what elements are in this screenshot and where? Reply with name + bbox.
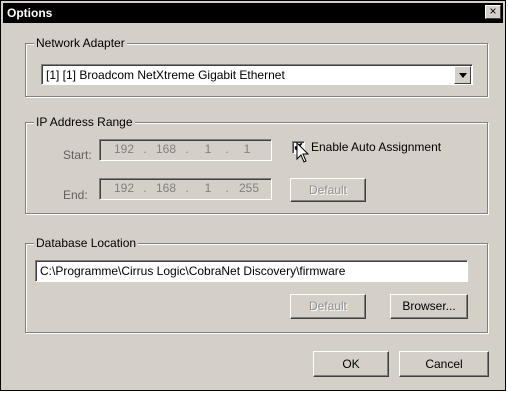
cancel-button[interactable]: Cancel	[399, 351, 489, 377]
network-adapter-legend: Network Adapter	[34, 36, 127, 50]
end-ip-field[interactable]: 192 . 168 . 1 . 255	[99, 178, 272, 200]
start-ip-octet: 168	[155, 142, 177, 156]
window-title: Options	[7, 6, 53, 20]
ip-dot: .	[185, 142, 189, 156]
end-ip-octet: 1	[204, 181, 212, 195]
ip-dot: .	[225, 142, 229, 156]
ok-button[interactable]: OK	[313, 351, 389, 377]
options-dialog: Options × Network Adapter [1] [1] Broadc…	[0, 0, 506, 391]
start-label: Start:	[63, 148, 92, 162]
start-ip-field[interactable]: 192 . 168 . 1 . 1	[99, 139, 272, 161]
database-default-button[interactable]: Default	[290, 294, 366, 319]
end-ip-octet: 255	[238, 181, 260, 195]
ip-dot: .	[143, 142, 147, 156]
end-ip-octet: 192	[113, 181, 135, 195]
start-ip-octet: 1	[243, 142, 251, 156]
ip-address-range-legend: IP Address Range	[34, 115, 135, 129]
ip-dot: .	[143, 181, 147, 195]
database-path-input[interactable]: C:\Programme\Cirrus Logic\CobraNet Disco…	[35, 260, 468, 282]
close-button[interactable]: ×	[485, 5, 501, 19]
auto-assignment-label[interactable]: Enable Auto Assignment	[311, 140, 441, 154]
start-ip-octet: 192	[113, 142, 135, 156]
ip-address-range-group: IP Address Range Start: 192 . 168 . 1 . …	[25, 115, 488, 214]
database-path-value: C:\Programme\Cirrus Logic\CobraNet Disco…	[40, 264, 346, 278]
ip-default-button[interactable]: Default	[290, 178, 366, 202]
chevron-down-icon[interactable]	[454, 66, 471, 84]
browse-button[interactable]: Browser...	[390, 294, 468, 319]
ip-dot: .	[185, 181, 189, 195]
network-adapter-dropdown[interactable]: [1] [1] Broadcom NetXtreme Gigabit Ether…	[41, 64, 473, 85]
start-ip-octet: 1	[204, 142, 212, 156]
end-ip-octet: 168	[155, 181, 177, 195]
database-location-legend: Database Location	[34, 236, 139, 250]
ip-dot: .	[225, 181, 229, 195]
database-location-group: Database Location C:\Programme\Cirrus Lo…	[25, 236, 488, 333]
arrow-cursor-icon	[296, 142, 310, 163]
network-adapter-group: Network Adapter [1] [1] Broadcom NetXtre…	[25, 36, 488, 97]
title-bar[interactable]: Options ×	[3, 3, 503, 23]
network-adapter-selected: [1] [1] Broadcom NetXtreme Gigabit Ether…	[46, 68, 285, 82]
end-label: End:	[63, 188, 88, 202]
